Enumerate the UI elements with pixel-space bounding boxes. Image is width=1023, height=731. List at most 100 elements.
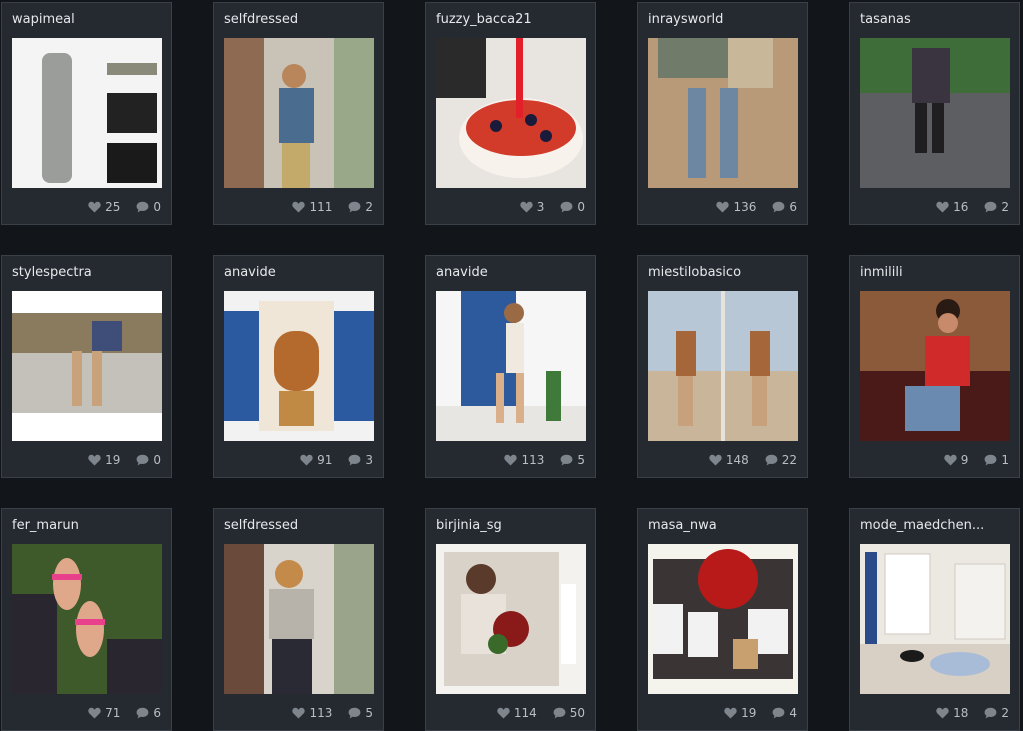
- post-card[interactable]: inraysworld 136 6: [637, 2, 808, 225]
- post-photo[interactable]: [648, 291, 798, 441]
- heart-icon[interactable]: [709, 454, 722, 466]
- heart-icon[interactable]: [724, 707, 737, 719]
- comment-icon[interactable]: [348, 201, 361, 213]
- post-photo[interactable]: [648, 38, 798, 188]
- like-count: 148: [725, 453, 749, 467]
- post-username[interactable]: wapimeal: [12, 12, 162, 27]
- heart-icon[interactable]: [497, 707, 510, 719]
- post-photo[interactable]: [860, 291, 1010, 441]
- like-count: 18: [953, 706, 969, 720]
- post-card[interactable]: fer_marun 71 6: [1, 508, 172, 731]
- post-username[interactable]: inraysworld: [648, 12, 798, 27]
- heart-icon[interactable]: [300, 454, 313, 466]
- post-photo[interactable]: [224, 38, 374, 188]
- post-photo[interactable]: [12, 544, 162, 694]
- like-count: 19: [105, 453, 121, 467]
- comment-icon[interactable]: [348, 707, 361, 719]
- post-stats: 136 6: [716, 200, 797, 214]
- comment-icon[interactable]: [348, 454, 361, 466]
- post-username[interactable]: anavide: [224, 265, 374, 280]
- post-username[interactable]: stylespectra: [12, 265, 162, 280]
- post-stats: 114 50: [497, 706, 585, 720]
- like-count: 3: [536, 200, 545, 214]
- heart-icon[interactable]: [944, 454, 957, 466]
- comment-icon[interactable]: [772, 201, 785, 213]
- post-card[interactable]: tasanas 16 2: [849, 2, 1020, 225]
- comment-count: 0: [153, 200, 161, 214]
- post-username[interactable]: miestilobasico: [648, 265, 798, 280]
- post-card[interactable]: stylespectra 19 0: [1, 255, 172, 478]
- post-username[interactable]: mode_maedchen...: [860, 518, 1010, 533]
- like-count: 114: [513, 706, 537, 720]
- post-photo[interactable]: [12, 38, 162, 188]
- post-stats: 19 4: [724, 706, 797, 720]
- post-photo[interactable]: [12, 291, 162, 441]
- heart-icon[interactable]: [88, 707, 101, 719]
- post-username[interactable]: tasanas: [860, 12, 1010, 27]
- comment-count: 50: [569, 706, 585, 720]
- comment-count: 5: [365, 706, 373, 720]
- post-username[interactable]: masa_nwa: [648, 518, 798, 533]
- comment-icon[interactable]: [136, 454, 149, 466]
- comment-count: 5: [577, 453, 585, 467]
- post-username[interactable]: birjinia_sg: [436, 518, 586, 533]
- post-username[interactable]: fuzzy_bacca21: [436, 12, 586, 27]
- like-count: 9: [960, 453, 969, 467]
- post-photo[interactable]: [436, 38, 586, 188]
- post-card[interactable]: mode_maedchen... 18 2: [849, 508, 1020, 731]
- post-photo[interactable]: [436, 544, 586, 694]
- post-card[interactable]: miestilobasico 148 22: [637, 255, 808, 478]
- post-card[interactable]: inmilili 9 1: [849, 255, 1020, 478]
- post-stats: 19 0: [88, 453, 161, 467]
- heart-icon[interactable]: [292, 201, 306, 213]
- post-photo[interactable]: [436, 291, 586, 441]
- post-photo[interactable]: [224, 291, 374, 441]
- comment-icon[interactable]: [136, 201, 149, 213]
- comment-count: 2: [1001, 200, 1009, 214]
- comment-icon[interactable]: [984, 707, 997, 719]
- heart-icon[interactable]: [88, 454, 101, 466]
- comment-icon[interactable]: [984, 454, 997, 466]
- post-username[interactable]: selfdressed: [224, 12, 374, 27]
- like-count: 19: [741, 706, 757, 720]
- post-username[interactable]: inmilili: [860, 265, 1010, 280]
- heart-icon[interactable]: [292, 707, 306, 719]
- post-card[interactable]: selfdressed 113 5: [213, 508, 384, 731]
- like-count: 16: [953, 200, 969, 214]
- comment-count: 2: [1001, 706, 1009, 720]
- comment-icon[interactable]: [765, 454, 778, 466]
- post-photo[interactable]: [860, 544, 1010, 694]
- post-photo[interactable]: [648, 544, 798, 694]
- post-username[interactable]: anavide: [436, 265, 586, 280]
- comment-icon[interactable]: [984, 201, 997, 213]
- heart-icon[interactable]: [716, 201, 730, 213]
- post-username[interactable]: fer_marun: [12, 518, 162, 533]
- post-card[interactable]: fuzzy_bacca21 3 0: [425, 2, 596, 225]
- comment-icon[interactable]: [772, 707, 785, 719]
- post-card[interactable]: selfdressed 111 2: [213, 2, 384, 225]
- post-stats: 91 3: [300, 453, 373, 467]
- post-photo[interactable]: [860, 38, 1010, 188]
- like-count: 71: [105, 706, 121, 720]
- heart-icon[interactable]: [520, 201, 533, 213]
- post-card[interactable]: anavide 113 5: [425, 255, 596, 478]
- heart-icon[interactable]: [504, 454, 518, 466]
- heart-icon[interactable]: [936, 707, 949, 719]
- comment-icon[interactable]: [560, 201, 573, 213]
- post-stats: 25 0: [88, 200, 161, 214]
- comment-icon[interactable]: [553, 707, 566, 719]
- post-stats: 18 2: [936, 706, 1009, 720]
- comment-icon[interactable]: [560, 454, 573, 466]
- post-photo[interactable]: [224, 544, 374, 694]
- heart-icon[interactable]: [936, 201, 949, 213]
- post-card[interactable]: anavide 91 3: [213, 255, 384, 478]
- post-stats: 111 2: [292, 200, 373, 214]
- comment-icon[interactable]: [136, 707, 149, 719]
- post-card[interactable]: masa_nwa 19 4: [637, 508, 808, 731]
- post-card[interactable]: birjinia_sg 114 50: [425, 508, 596, 731]
- post-card[interactable]: wapimeal 25 0: [1, 2, 172, 225]
- like-count: 91: [317, 453, 333, 467]
- post-username[interactable]: selfdressed: [224, 518, 374, 533]
- post-stats: 16 2: [936, 200, 1009, 214]
- heart-icon[interactable]: [88, 201, 101, 213]
